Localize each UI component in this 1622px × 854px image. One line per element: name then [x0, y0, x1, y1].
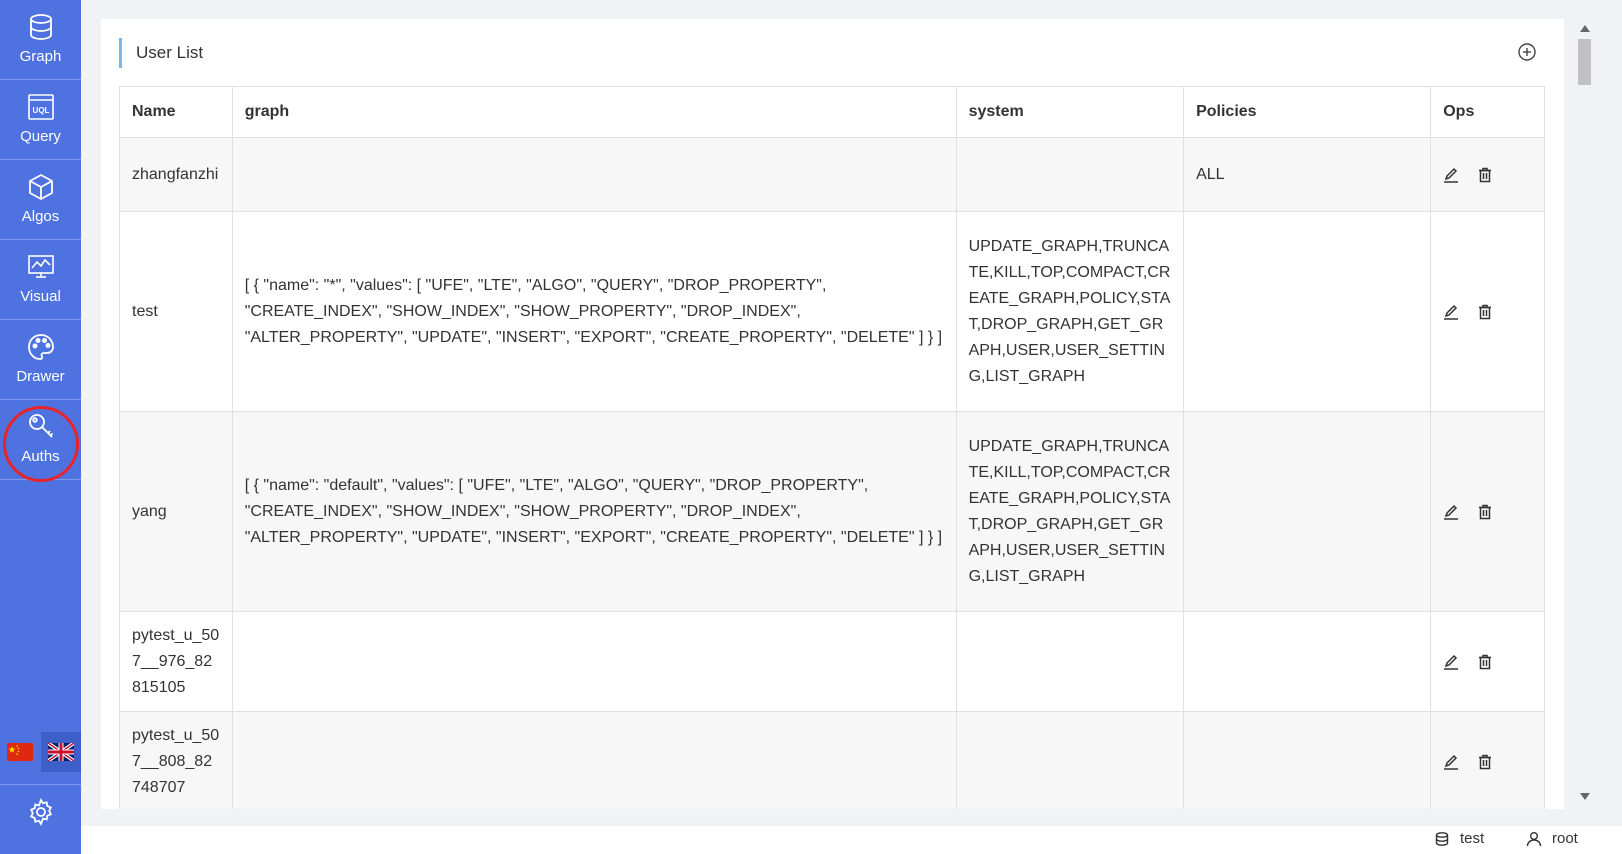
vertical-scrollbar[interactable]: [1576, 19, 1593, 809]
svg-text:UQL: UQL: [32, 106, 49, 115]
sidebar-item-label: Algos: [21, 208, 60, 225]
column-header-system: system: [955, 86, 1185, 138]
edit-button[interactable]: [1443, 504, 1459, 520]
user-table: Name graph system Policies Ops zhangfanz…: [119, 86, 1545, 809]
system-privileges-cell: UPDATE_GRAPH,TRUNCATE,KILL,TOP,COMPACT,C…: [955, 211, 1185, 412]
trash-icon: [1479, 304, 1492, 319]
table-header-row: Name graph system Policies Ops: [119, 86, 1545, 138]
edit-icon: [1444, 304, 1459, 320]
column-header-policies: Policies: [1183, 86, 1432, 138]
current-graph-label: test: [1460, 830, 1485, 847]
current-user-label: root: [1552, 830, 1578, 847]
palette-icon: [27, 334, 54, 360]
plus-circle-icon: [1518, 43, 1536, 61]
trash-icon: [1479, 754, 1492, 769]
ops-cell: [1430, 711, 1545, 809]
database-icon: [1435, 831, 1449, 846]
user-name-cell: zhangfanzhi: [119, 137, 233, 212]
column-header-graph: graph: [231, 86, 957, 138]
trash-icon: [1479, 504, 1492, 519]
user-name-cell: pytest_u_507__808_82748707: [119, 711, 233, 809]
delete-button[interactable]: [1477, 654, 1493, 670]
system-privileges-cell: UPDATE_GRAPH,TRUNCATE,KILL,TOP,COMPACT,C…: [955, 411, 1185, 612]
system-privileges-cell: [955, 611, 1185, 712]
delete-button[interactable]: [1477, 167, 1493, 183]
sidebar-item-drawer[interactable]: Drawer: [0, 320, 81, 400]
status-bar: test root: [81, 826, 1622, 854]
edit-icon: [1444, 167, 1459, 183]
sidebar-item-label: Query: [20, 128, 61, 145]
trash-icon: [1479, 167, 1492, 182]
user-name-cell: pytest_u_507__976_82815105: [119, 611, 233, 712]
user-icon: [1526, 831, 1542, 846]
table-row: pytest_u_507__808_82748707: [119, 711, 1545, 809]
edit-button[interactable]: [1443, 304, 1459, 320]
current-user[interactable]: root: [1526, 830, 1578, 847]
table-row: test [ { "name": "*", "values": [ "UFE",…: [119, 211, 1545, 412]
column-header-ops: Ops: [1430, 86, 1545, 138]
ops-cell: [1430, 411, 1545, 612]
monitor-chart-icon: [27, 255, 54, 278]
column-header-name: Name: [119, 86, 233, 138]
edit-icon: [1444, 754, 1459, 770]
sidebar-item-visual[interactable]: Visual: [0, 240, 81, 320]
system-privileges-cell: [955, 711, 1185, 809]
sidebar-item-query[interactable]: UQL Query: [0, 80, 81, 160]
database-icon: [29, 14, 52, 40]
sidebar-item-graph[interactable]: Graph: [0, 0, 81, 80]
cube-icon: [28, 174, 53, 200]
graph-privileges-cell: [231, 611, 957, 712]
settings-button[interactable]: [0, 784, 81, 839]
page-title: User List: [119, 38, 203, 68]
sidebar-item-label: Visual: [20, 288, 61, 305]
uql-icon: UQL: [27, 94, 54, 120]
scroll-thumb[interactable]: [1578, 39, 1591, 85]
policies-cell: [1183, 711, 1432, 809]
trash-icon: [1479, 654, 1492, 669]
table-row: pytest_u_507__976_82815105: [119, 611, 1545, 712]
policies-cell: [1183, 411, 1432, 612]
current-graph[interactable]: test: [1434, 830, 1484, 847]
sidebar-item-algos[interactable]: Algos: [0, 160, 81, 240]
edit-icon: [1444, 654, 1459, 670]
system-privileges-cell: [955, 137, 1185, 212]
scroll-up-arrow-icon[interactable]: [1580, 25, 1590, 32]
delete-button[interactable]: [1477, 504, 1493, 520]
gear-icon: [29, 797, 52, 827]
lang-cn-button[interactable]: [0, 732, 40, 772]
graph-privileges-cell: [231, 711, 957, 809]
cn-flag-icon: [7, 743, 33, 761]
edit-button[interactable]: [1443, 654, 1459, 670]
graph-privileges-cell: [ { "name": "*", "values": [ "UFE", "LTE…: [231, 211, 957, 412]
user-name-cell: yang: [119, 411, 233, 612]
sidebar: Graph UQL Query Algos Visual Drawer Auth…: [0, 0, 81, 854]
uk-flag-icon: [48, 743, 74, 761]
sidebar-item-label: Drawer: [16, 368, 65, 385]
scroll-down-arrow-icon[interactable]: [1580, 793, 1590, 800]
graph-privileges-cell: [ { "name": "default", "values": [ "UFE"…: [231, 411, 957, 612]
key-icon: [28, 414, 53, 438]
delete-button[interactable]: [1477, 754, 1493, 770]
graph-privileges-cell: [231, 137, 957, 212]
sidebar-item-label: Graph: [19, 48, 62, 65]
policies-cell: [1183, 611, 1432, 712]
table-row: yang [ { "name": "default", "values": [ …: [119, 411, 1545, 612]
lang-en-button[interactable]: [41, 732, 81, 772]
table-row: zhangfanzhi ALL: [119, 137, 1545, 212]
sidebar-item-auths[interactable]: Auths: [0, 400, 81, 480]
language-switcher: [0, 732, 81, 772]
edit-icon: [1444, 504, 1459, 520]
edit-button[interactable]: [1443, 167, 1459, 183]
user-name-cell: test: [119, 211, 233, 412]
edit-button[interactable]: [1443, 754, 1459, 770]
sidebar-item-label: Auths: [21, 448, 60, 465]
policies-cell: ALL: [1183, 137, 1432, 212]
ops-cell: [1430, 611, 1545, 712]
delete-button[interactable]: [1477, 304, 1493, 320]
add-user-button[interactable]: [1516, 41, 1538, 63]
ops-cell: [1430, 211, 1545, 412]
user-list-card: User List Name graph system Policies Ops: [101, 19, 1564, 809]
ops-cell: [1430, 137, 1545, 212]
policies-cell: [1183, 211, 1432, 412]
